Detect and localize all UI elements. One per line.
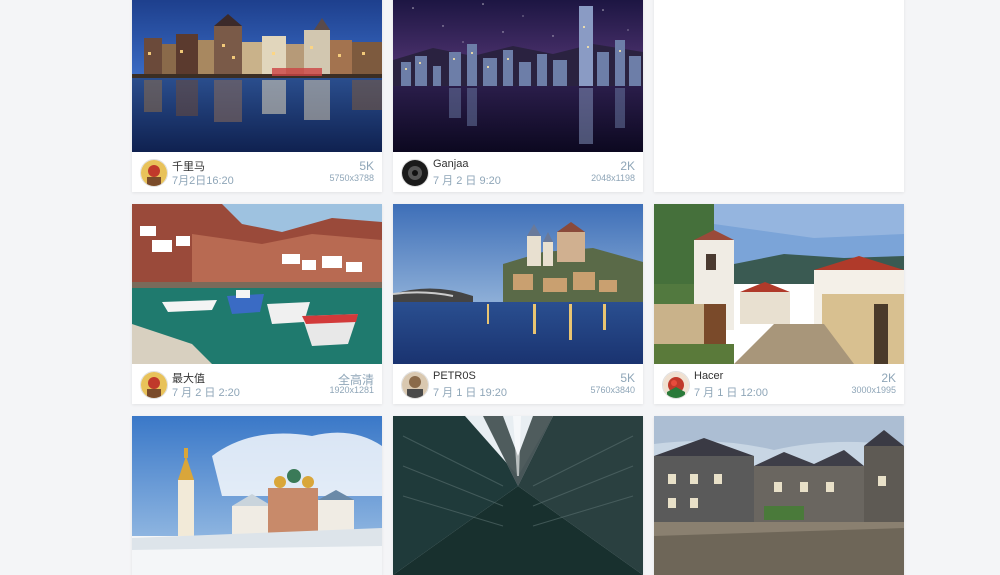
photo-grid: 千里马 7月2日16:20 5K 5750x3788 Ganjaa 7 月 2 … — [0, 0, 1000, 575]
resolution-badge: 2K — [620, 159, 635, 173]
photo-card-placeholder — [654, 0, 904, 192]
photo-meta: 最大值 7 月 2 日 2:20 全高清 1920x1281 — [132, 364, 382, 404]
upload-date: 7 月 1 日 19:20 — [433, 387, 507, 399]
author-name[interactable]: PETR0S — [433, 370, 476, 382]
upload-date: 7 月 2 日 2:20 — [172, 387, 240, 399]
photo-card[interactable]: 最大值 7 月 2 日 2:20 全高清 1920x1281 — [132, 204, 382, 404]
photo-meta: 千里马 7月2日16:20 5K 5750x3788 — [132, 152, 382, 192]
upload-date: 7 月 2 日 9:20 — [433, 175, 501, 187]
image-dimensions: 5750x3788 — [329, 173, 374, 183]
resolution-badge: 5K — [359, 159, 374, 173]
upload-date: 7 月 1 日 12:00 — [694, 387, 768, 399]
photo-card[interactable] — [654, 416, 904, 575]
resolution-badge: 5K — [620, 371, 635, 385]
photo-card[interactable] — [393, 416, 643, 575]
photo-thumbnail-glass-skyscrapers[interactable] — [393, 416, 643, 575]
avatar[interactable] — [662, 371, 690, 399]
author-name[interactable]: Hacer — [694, 370, 723, 382]
photo-card[interactable]: PETR0S 7 月 1 日 19:20 5K 5760x3840 — [393, 204, 643, 404]
avatar[interactable] — [140, 371, 168, 399]
avatar[interactable] — [140, 159, 168, 187]
photo-thumbnail-snowy-cathedral[interactable] — [132, 416, 382, 575]
upload-date: 7月2日16:20 — [172, 175, 234, 187]
photo-card[interactable] — [132, 416, 382, 575]
photo-thumbnail-village-street[interactable] — [654, 204, 904, 364]
photo-thumbnail-city-skyline[interactable] — [393, 0, 643, 152]
photo-meta: Ganjaa 7 月 2 日 9:20 2K 2048x1198 — [393, 152, 643, 192]
photo-thumbnail-castle-river[interactable] — [393, 204, 643, 364]
image-dimensions: 3000x1995 — [851, 385, 896, 395]
image-dimensions: 2048x1198 — [591, 173, 635, 183]
photo-thumbnail-stone-village[interactable] — [654, 416, 904, 575]
photo-card[interactable]: 千里马 7月2日16:20 5K 5750x3788 — [132, 0, 382, 192]
photo-meta: Hacer 7 月 1 日 12:00 2K 3000x1995 — [654, 364, 904, 404]
photo-meta: PETR0S 7 月 1 日 19:20 5K 5760x3840 — [393, 364, 643, 404]
author-name[interactable]: Ganjaa — [433, 158, 468, 170]
photo-thumbnail-harbor-night[interactable] — [132, 0, 382, 152]
photo-thumbnail-boats-harbor[interactable] — [132, 204, 382, 364]
image-dimensions: 1920x1281 — [329, 385, 374, 395]
avatar[interactable] — [401, 371, 429, 399]
resolution-badge: 2K — [881, 371, 896, 385]
avatar[interactable] — [401, 159, 429, 187]
photo-card[interactable]: Hacer 7 月 1 日 12:00 2K 3000x1995 — [654, 204, 904, 404]
photo-card[interactable]: Ganjaa 7 月 2 日 9:20 2K 2048x1198 — [393, 0, 643, 192]
image-dimensions: 5760x3840 — [590, 385, 635, 395]
